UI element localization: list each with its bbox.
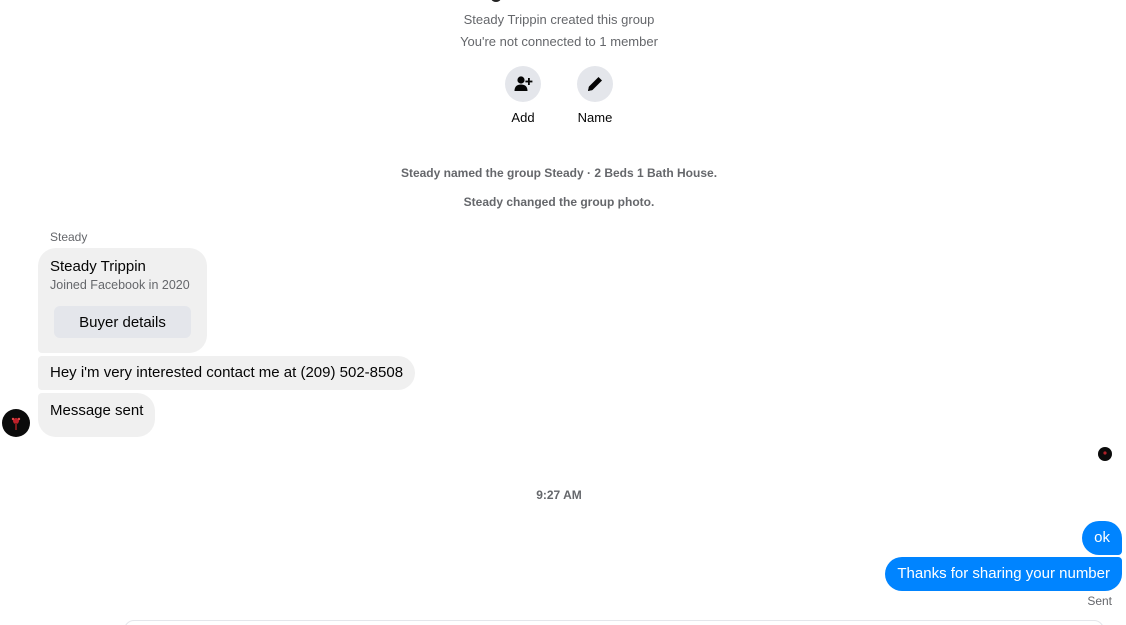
add-label: Add [511, 110, 535, 125]
event-group-named: Steady named the group Steady · 2 Beds 1… [400, 166, 718, 180]
add-person-icon[interactable] [505, 66, 541, 102]
incoming-message-bubble[interactable]: Message sent [38, 393, 156, 437]
group-created-text: Steady Trippin created this group [463, 12, 655, 27]
pencil-icon[interactable] [577, 66, 613, 102]
profile-card: Steady Trippin Joined Facebook in 2020 B… [38, 248, 207, 353]
event-photo-changed: Steady changed the group photo. [463, 195, 655, 209]
delivery-status: Sent [1087, 594, 1112, 608]
sender-name: Steady [50, 230, 88, 244]
profile-card-subtitle: Joined Facebook in 2020 [50, 278, 190, 292]
outgoing-message-bubble[interactable]: Thanks for sharing your number [885, 557, 1122, 591]
name-group-action[interactable]: Name [565, 66, 625, 125]
buyer-details-button[interactable]: Buyer details [54, 306, 191, 338]
composer-box[interactable] [124, 620, 1104, 625]
message-timestamp: 9:27 AM [536, 488, 582, 502]
add-member-action[interactable]: Add [493, 66, 553, 125]
profile-card-name: Steady Trippin [50, 258, 146, 275]
outgoing-message-bubble[interactable]: ok [1082, 521, 1122, 555]
name-label: Name [577, 110, 613, 125]
sender-avatar[interactable] [2, 409, 30, 437]
connection-status-text: You're not connected to 1 member [460, 34, 658, 49]
incoming-message-bubble[interactable]: Hey i'm very interested contact me at (2… [38, 356, 416, 390]
group-title-fragment [491, 0, 501, 2]
read-receipt-avatar [1098, 447, 1112, 461]
conversation-view: Steady Trippin created this group You're… [0, 0, 1126, 625]
